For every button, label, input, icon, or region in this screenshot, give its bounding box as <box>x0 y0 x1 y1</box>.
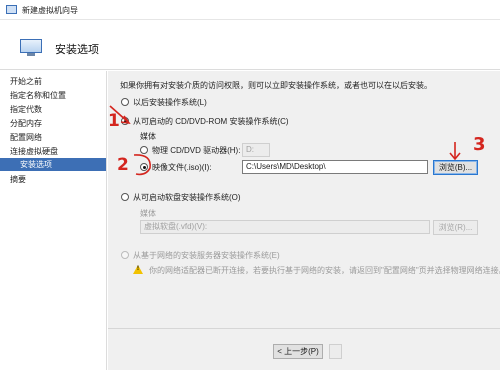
radio-install-later-label: 以后安装操作系统(L) <box>133 98 207 107</box>
iso-path-input[interactable]: C:\Users\MD\Desktop\ <box>242 160 428 174</box>
vfd-path-input[interactable]: 虚拟软盘(.vfd)(V): <box>140 220 430 234</box>
annotation-number-two: 2 <box>117 155 129 175</box>
floppy-media-label: 媒体 <box>140 209 156 218</box>
annotation-circle-two <box>133 154 151 176</box>
radio-install-from-cd-label: 从可启动的 CD/DVD-ROM 安装操作系统(C) <box>133 117 289 126</box>
warning-icon <box>133 265 143 274</box>
radio-install-from-floppy[interactable] <box>121 193 129 201</box>
annotation-arrow-one <box>109 105 131 125</box>
next-button-partial[interactable] <box>329 344 342 359</box>
step-virtual-disk[interactable]: 连接虚拟硬盘 <box>10 146 58 157</box>
network-warning-text: 你的网络适配器已断开连接，若要执行基于网络的安装，请返回到"配置网络"页并选择物… <box>149 266 500 275</box>
annotation-arrow-three <box>449 142 461 161</box>
wizard-header: 安装选项 <box>0 20 500 70</box>
browse-vfd-button[interactable]: 浏览(R)... <box>433 220 478 235</box>
media-group-label: 媒体 <box>140 132 156 141</box>
radio-install-from-network-label: 从基于网络的安装服务器安装操作系统(E) <box>133 251 280 260</box>
previous-button[interactable]: < 上一步(P) <box>273 344 323 359</box>
monitor-icon <box>20 39 42 56</box>
step-generation[interactable]: 指定代数 <box>10 104 42 115</box>
intro-text: 如果你拥有对安装介质的访问权限，则可以立即安装操作系统，或者也可以在以后安装。 <box>120 81 432 90</box>
step-installation-options[interactable]: 安装选项 <box>0 158 106 171</box>
radio-physical-drive-label: 物理 CD/DVD 驱动器(H): <box>152 146 241 155</box>
physical-drive-select[interactable]: D: <box>242 143 270 157</box>
page-title: 安装选项 <box>55 44 99 56</box>
radio-install-from-network[interactable] <box>121 251 129 259</box>
step-before-you-begin[interactable]: 开始之前 <box>10 76 42 87</box>
title-bar: 新建虚拟机向导 <box>0 0 500 20</box>
step-memory[interactable]: 分配内存 <box>10 118 42 129</box>
annotation-number-three: 3 <box>473 134 486 155</box>
step-networking[interactable]: 配置网络 <box>10 132 42 143</box>
radio-install-from-floppy-label: 从可启动软盘安装操作系统(O) <box>133 193 241 202</box>
radio-image-file-label: 映像文件(.iso)(I): <box>152 163 212 172</box>
wizard-steps-sidebar: 开始之前 指定名称和位置 指定代数 分配内存 配置网络 连接虚拟硬盘 安装选项 … <box>0 71 107 370</box>
window-title: 新建虚拟机向导 <box>22 6 78 15</box>
step-name-location[interactable]: 指定名称和位置 <box>10 90 66 101</box>
step-summary[interactable]: 摘要 <box>10 174 26 185</box>
hyperv-window-icon <box>6 5 17 14</box>
